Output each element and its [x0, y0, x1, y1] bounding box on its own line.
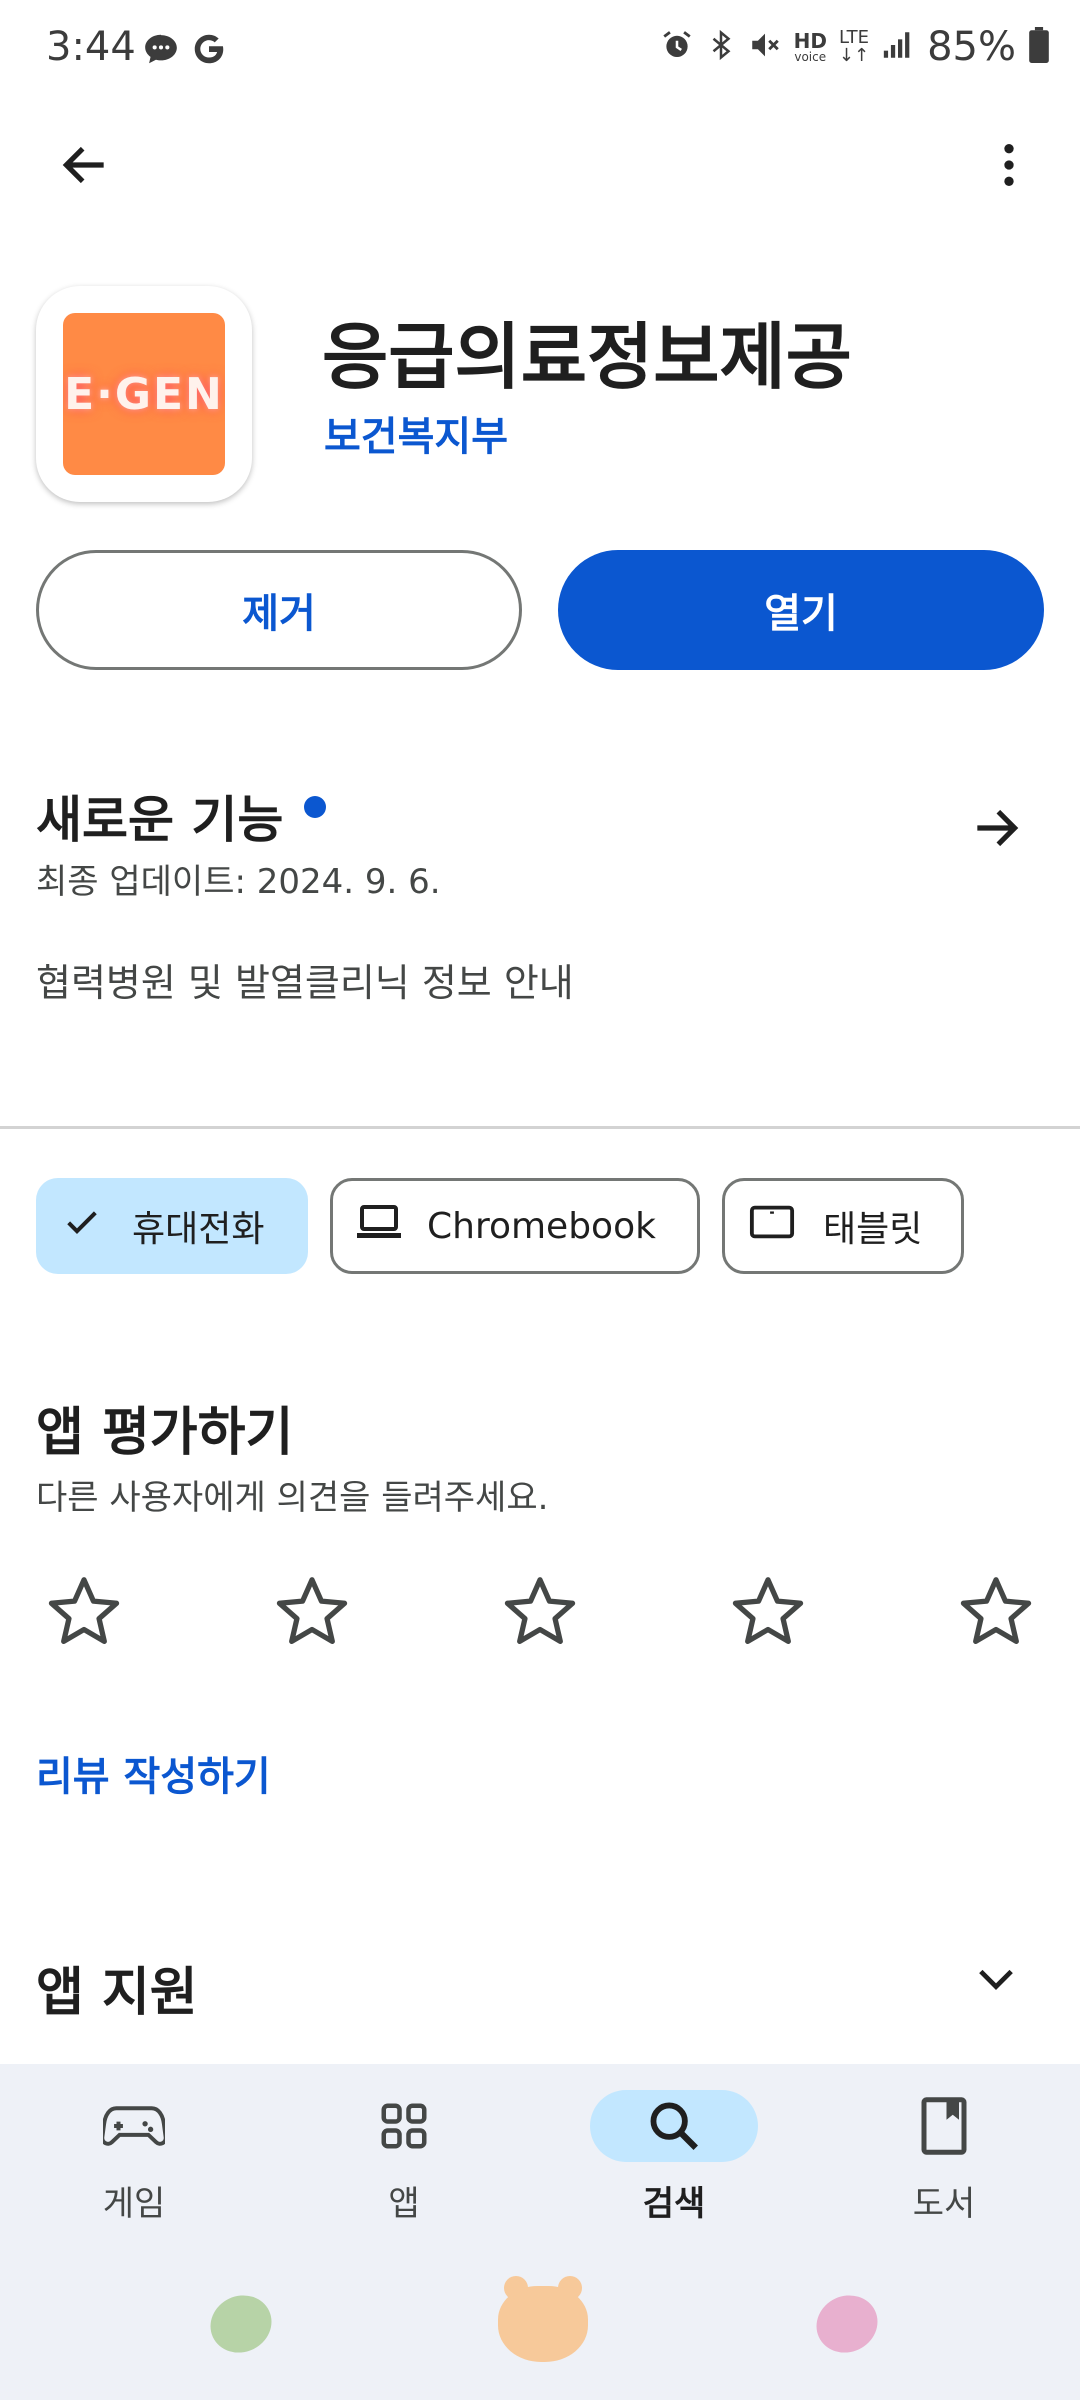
rate-app-subtitle: 다른 사용자에게 의견을 들려주세요. [36, 1478, 549, 1518]
app-logo-text: E·GEN [64, 368, 224, 420]
hd-voice-icon: HD voice [794, 31, 827, 63]
green-bean-icon[interactable] [201, 2285, 281, 2363]
pink-bean-icon[interactable] [807, 2285, 887, 2363]
more-vert-icon [981, 137, 1037, 197]
chip-chromebook[interactable]: Chromebook [330, 1178, 700, 1274]
back-button[interactable] [40, 122, 130, 212]
star-5-button[interactable] [948, 1564, 1044, 1660]
lte-icon: LTE ↓↑ [838, 27, 870, 66]
developer-link[interactable]: 보건복지부 [324, 404, 508, 462]
tablet-icon [749, 1204, 795, 1249]
book-icon [921, 2097, 967, 2155]
status-bar: 3:44 HD voice LTE ↓↑ 85% [0, 0, 1080, 100]
hd-text: HD [793, 29, 827, 53]
chip-chromebook-label: Chromebook [427, 1205, 656, 1247]
bluetooth-icon [706, 28, 736, 66]
star-outline-icon [504, 1577, 576, 1645]
voice-text: voice [794, 50, 827, 64]
nav-search[interactable]: 검색 [574, 2064, 774, 2264]
write-review-link[interactable]: 리뷰 작성하기 [36, 1744, 271, 1802]
whats-new-title[interactable]: 새로운 기능 [36, 780, 283, 852]
nav-books[interactable]: 도서 [844, 2064, 1044, 2264]
chip-phone[interactable]: 휴대전화 [36, 1178, 308, 1274]
nav-games-icon-wrap [50, 2090, 218, 2162]
app-support-title[interactable]: 앱 지원 [36, 1950, 198, 2025]
more-options-button[interactable] [964, 122, 1054, 212]
nav-search-icon-wrap [590, 2090, 758, 2162]
chevron-down-icon [970, 1952, 1022, 2008]
star-3-button[interactable] [492, 1564, 588, 1660]
whats-new-body: 협력병원 및 발열클리닉 정보 안내 [36, 961, 574, 1005]
whats-new-arrow-button[interactable] [956, 790, 1036, 870]
chip-tablet-label: 태블릿 [823, 1209, 923, 1250]
star-outline-icon [48, 1577, 120, 1645]
chip-tablet[interactable]: 태블릿 [722, 1178, 964, 1274]
star-1-button[interactable] [36, 1564, 132, 1660]
bottom-navigation: 게임 앱 검색 도서 [0, 2064, 1080, 2264]
gesture-bar-area [0, 2264, 1080, 2400]
new-indicator-dot [304, 796, 326, 818]
nav-games-label: 게임 [102, 2184, 166, 2224]
apps-grid-icon [381, 2103, 427, 2149]
nav-apps-label: 앱 [388, 2184, 420, 2224]
bear-face-icon[interactable] [498, 2276, 588, 2362]
battery-icon [1028, 27, 1050, 67]
nav-search-label: 검색 [642, 2184, 706, 2224]
nav-books-icon-wrap [860, 2090, 1028, 2162]
star-outline-icon [960, 1577, 1032, 1645]
app-title: 응급의료정보제공 [322, 315, 852, 399]
status-time: 3:44 [46, 24, 136, 70]
star-outline-icon [276, 1577, 348, 1645]
nav-apps-icon-wrap [320, 2090, 488, 2162]
status-right-icons: HD voice LTE ↓↑ 85% [660, 24, 1050, 70]
search-icon [650, 2102, 698, 2150]
chat-bubble-icon [142, 30, 180, 72]
nav-games[interactable]: 게임 [34, 2064, 234, 2264]
nav-books-label: 도서 [912, 2184, 976, 2224]
gamepad-icon [103, 2106, 165, 2146]
star-4-button[interactable] [720, 1564, 816, 1660]
laptop-icon [355, 1202, 403, 1251]
rate-app-title: 앱 평가하기 [36, 1403, 294, 1463]
mute-icon [748, 28, 782, 66]
app-logo: E·GEN [63, 313, 225, 475]
status-left-icons [142, 30, 228, 72]
signal-icon [881, 28, 915, 66]
chip-phone-label: 휴대전화 [132, 1209, 265, 1250]
uninstall-button[interactable]: 제거 [36, 550, 522, 670]
alarm-icon [660, 28, 694, 66]
google-g-icon [190, 30, 228, 72]
star-rating [36, 1564, 1044, 1660]
section-divider [0, 1126, 1080, 1129]
open-button[interactable]: 열기 [558, 550, 1044, 670]
star-2-button[interactable] [264, 1564, 360, 1660]
star-outline-icon [732, 1577, 804, 1645]
check-icon [62, 1202, 102, 1251]
nav-apps[interactable]: 앱 [304, 2064, 504, 2264]
arrow-back-icon [57, 137, 113, 197]
arrow-forward-icon [968, 800, 1024, 860]
app-icon: E·GEN [36, 286, 252, 502]
last-updated: 최종 업데이트: 2024. 9. 6. [36, 862, 441, 902]
app-support-expand-button[interactable] [956, 1940, 1036, 2020]
battery-percent: 85% [927, 24, 1016, 70]
